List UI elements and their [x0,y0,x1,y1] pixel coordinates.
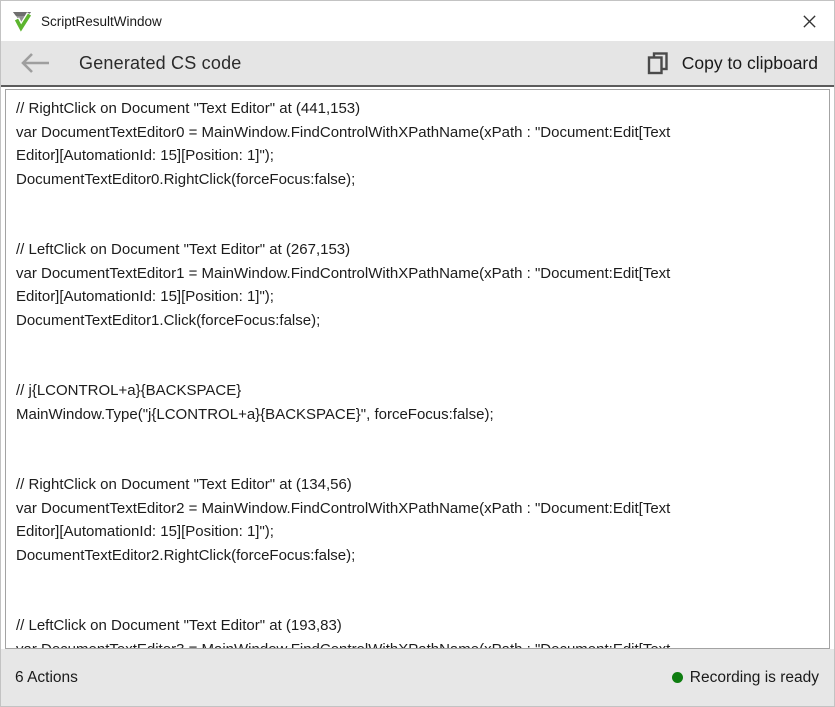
back-arrow-icon [19,51,53,75]
code-line [16,591,819,615]
code-line: DocumentTextEditor1.Click(forceFocus:fal… [16,309,819,333]
generated-code-view[interactable]: // RightClick on Document "Text Editor" … [5,89,830,649]
code-line: // LeftClick on Document "Text Editor" a… [16,238,819,262]
app-logo-checkmark-icon [11,10,33,32]
close-button[interactable] [794,6,824,36]
green-status-dot-icon [672,672,683,683]
code-line: // RightClick on Document "Text Editor" … [16,473,819,497]
code-line [16,426,819,450]
code-line: Editor][AutomationId: 15][Position: 1]")… [16,285,819,309]
code-line: DocumentTextEditor0.RightClick(forceFocu… [16,168,819,192]
code-line: DocumentTextEditor2.RightClick(forceFocu… [16,544,819,568]
code-line: // j{LCONTROL+a}{BACKSPACE} [16,379,819,403]
copy-button-label: Copy to clipboard [682,53,818,74]
code-line [16,332,819,356]
code-line: Editor][AutomationId: 15][Position: 1]")… [16,144,819,168]
title-bar: ScriptResultWindow [1,1,834,41]
code-line: var DocumentTextEditor0 = MainWindow.Fin… [16,121,819,145]
code-line: Editor][AutomationId: 15][Position: 1]")… [16,520,819,544]
page-title: Generated CS code [79,53,242,74]
code-line: // LeftClick on Document "Text Editor" a… [16,614,819,638]
recording-status: Recording is ready [672,669,819,687]
status-bar: 6 Actions Recording is ready [1,649,834,706]
code-line: var DocumentTextEditor2 = MainWindow.Fin… [16,497,819,521]
code-line: var DocumentTextEditor1 = MainWindow.Fin… [16,262,819,286]
copy-to-clipboard-button[interactable]: Copy to clipboard [646,51,818,75]
code-line: var DocumentTextEditor3 = MainWindow.Fin… [16,638,819,650]
code-line [16,567,819,591]
code-line [16,191,819,215]
close-icon [802,14,817,29]
actions-count: 6 Actions [15,669,78,687]
window-title: ScriptResultWindow [41,14,162,29]
code-line: MainWindow.Type("j{LCONTROL+a}{BACKSPACE… [16,403,819,427]
recording-status-text: Recording is ready [690,669,819,687]
code-line: // RightClick on Document "Text Editor" … [16,97,819,121]
code-line [16,450,819,474]
copy-icon [646,51,670,75]
header-bar: Generated CS code Copy to clipboard [1,41,834,87]
code-line [16,356,819,380]
code-line [16,215,819,239]
back-button[interactable] [19,48,53,78]
script-result-window: ScriptResultWindow Generated CS code [0,0,835,707]
